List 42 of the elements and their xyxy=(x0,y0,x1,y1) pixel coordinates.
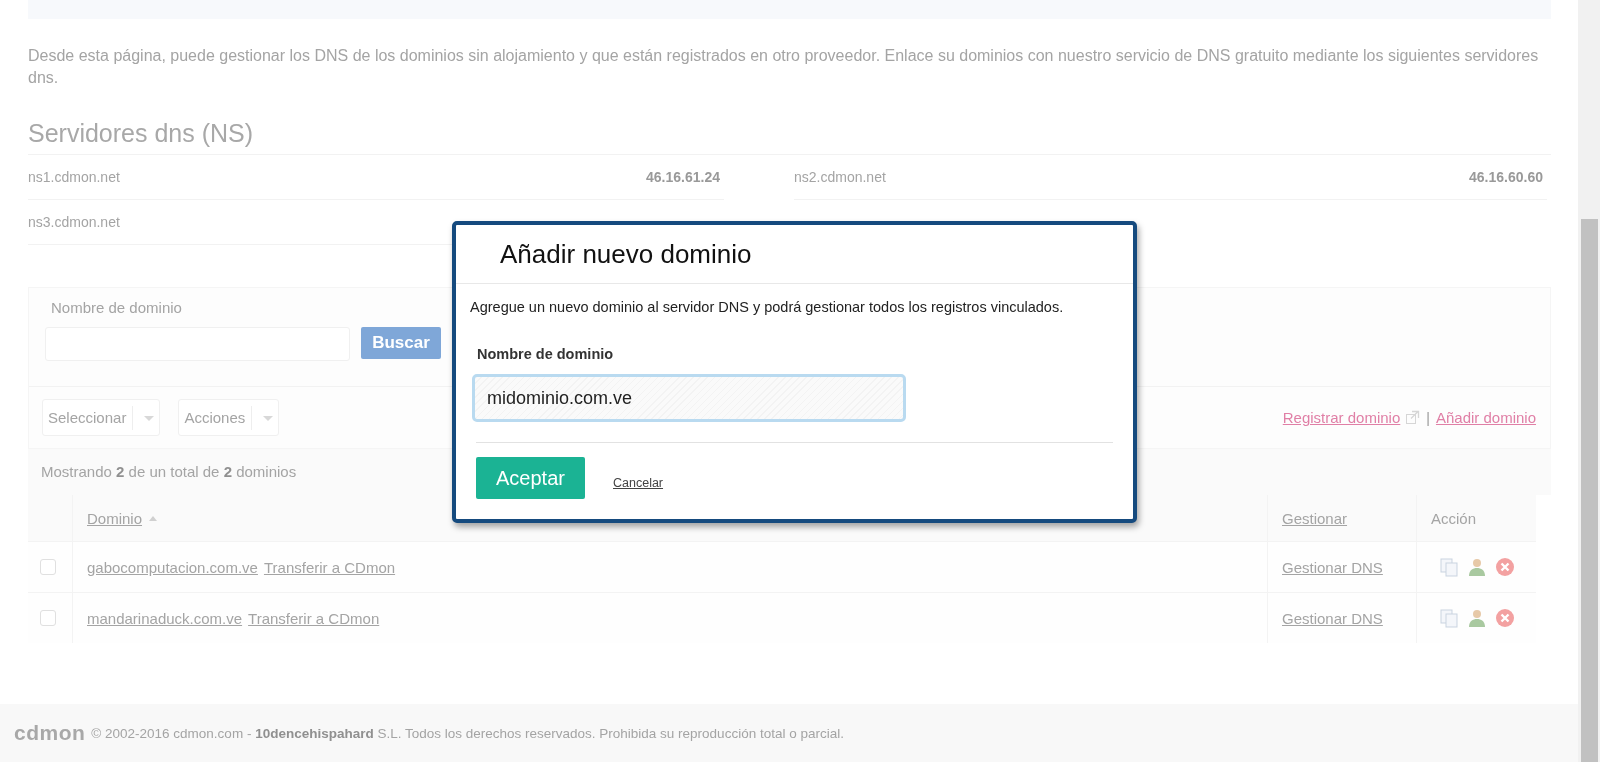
column-header: Acción xyxy=(1431,509,1477,527)
link[interactable]: Registrar dominio xyxy=(1282,409,1421,426)
section-title: Servidores dns (NS) xyxy=(28,117,1551,155)
dialog-description: Agregue un nuevo dominio al servidor DNS y podrá gestionar todos los registros vinculados. xyxy=(470,298,1065,317)
checkbox[interactable] xyxy=(40,610,56,626)
server-ip: 46.16.60.60 xyxy=(1469,169,1543,185)
delete-icon[interactable] xyxy=(1495,608,1515,628)
copy-icon[interactable] xyxy=(1439,608,1459,628)
cancel-link[interactable]: Cancelar xyxy=(613,476,664,490)
search-button[interactable]: Buscar xyxy=(361,327,441,359)
user-icon[interactable] xyxy=(1467,557,1487,577)
domain-input-field[interactable]: midominio.com.ve xyxy=(472,374,906,422)
dialog-title: Añadir nuevo dominio xyxy=(500,238,752,270)
transfer-link[interactable]: Transferir a CDmon xyxy=(248,609,380,627)
copyright-text: © 2002-2016 cdmon.com - 10dencehispahard S.L. Todos los derechos reservados. Prohibida su reproducción total o parcial. xyxy=(91,725,844,741)
domain-link[interactable]: gabocomputacion.com.ve xyxy=(87,558,258,576)
delete-icon[interactable] xyxy=(1495,557,1515,577)
server-name: ns3.cdmon.net xyxy=(28,214,120,230)
column-header[interactable]: Dominio xyxy=(87,509,159,527)
sort-arrow-icon xyxy=(148,514,159,522)
server-name: ns1.cdmon.net xyxy=(28,169,120,185)
transfer-link[interactable]: Transferir a CDmon xyxy=(263,558,396,576)
copy-icon[interactable] xyxy=(1439,557,1459,577)
intro-text: Desde esta página, puede gestionar los DNS de los dominios sin alojamiento y que están registrados en otro proveedor. Enlace su dominios con nuestro servicio de DNS gratuito mediante los siguientes servidores dns. xyxy=(28,46,1540,88)
domain-link[interactable]: mandarinaduck.com.ve xyxy=(87,609,243,627)
brand-logo: cdmon xyxy=(14,721,86,745)
dropdown[interactable]: Acciones xyxy=(178,399,280,436)
external-link-icon xyxy=(1405,410,1421,425)
field-label: Nombre de dominio xyxy=(51,299,182,317)
field-label: Nombre de dominio xyxy=(477,345,615,363)
link[interactable]: Añadir dominio xyxy=(1435,409,1536,426)
scrollbar-thumb[interactable] xyxy=(1581,219,1598,762)
dropdown[interactable]: Seleccionar xyxy=(42,399,161,436)
column-header[interactable]: Gestionar xyxy=(1282,509,1348,527)
server-name: ns2.cdmon.net xyxy=(794,169,886,185)
accept-button[interactable]: Aceptar xyxy=(476,457,585,499)
manage-dns-link[interactable]: Gestionar DNS xyxy=(1282,609,1383,627)
user-icon[interactable] xyxy=(1467,608,1487,628)
checkbox[interactable] xyxy=(40,559,56,575)
server-ip: 46.16.61.24 xyxy=(646,169,720,185)
separator-text: | xyxy=(1426,409,1430,426)
manage-dns-link[interactable]: Gestionar DNS xyxy=(1282,558,1383,576)
